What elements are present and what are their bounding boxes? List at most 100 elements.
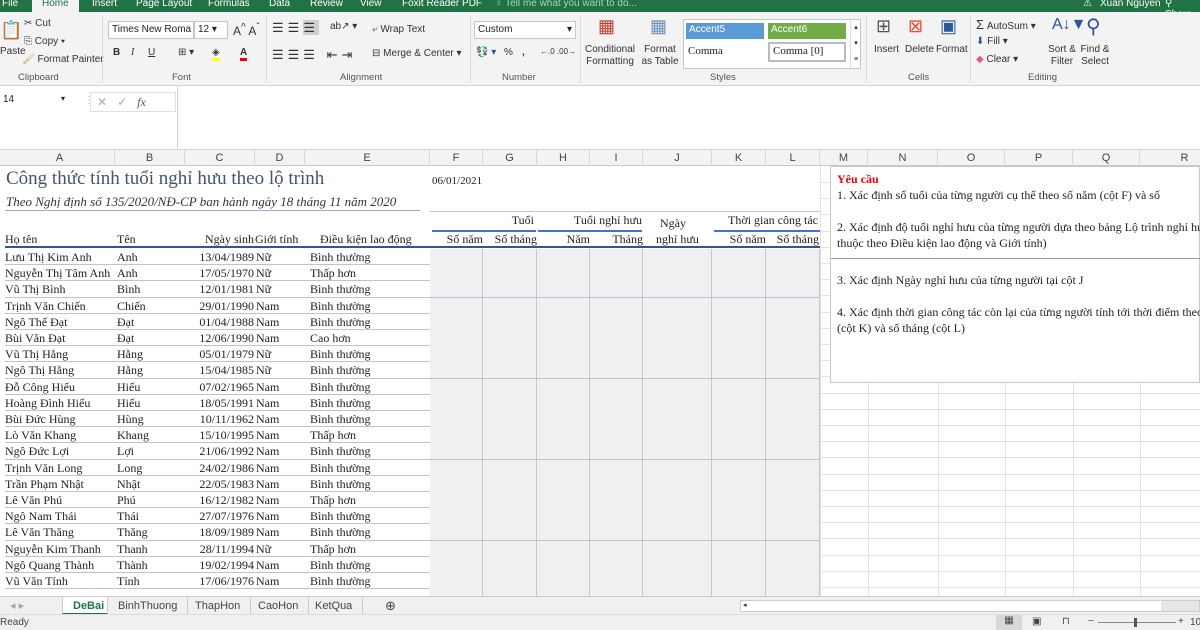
currency-icon[interactable]: 💱 ▾ [476, 47, 496, 58]
birthdate-cell[interactable]: 18/09/1989 [199, 524, 254, 540]
tab-insert[interactable]: Insert [92, 0, 117, 9]
sheet-title[interactable]: Công thức tính tuổi nghỉ hưu theo lộ trì… [6, 168, 324, 190]
input-cell[interactable] [590, 249, 643, 265]
input-cell[interactable] [483, 556, 537, 573]
style-comma-0[interactable]: Comma [0] [768, 42, 846, 62]
input-cell[interactable] [483, 281, 537, 298]
input-cell[interactable] [483, 297, 537, 314]
font-name-select[interactable]: Times New Roma ▾ [108, 21, 194, 39]
column-header-l[interactable]: L [766, 150, 820, 166]
name-cell[interactable]: Trịnh Văn Long [5, 460, 82, 476]
column-header-c[interactable]: C [185, 150, 255, 166]
input-cell[interactable] [430, 411, 483, 427]
column-header-i[interactable]: I [590, 150, 643, 166]
input-cell[interactable] [766, 281, 820, 298]
input-cell[interactable] [430, 540, 483, 557]
input-cell[interactable] [590, 475, 643, 492]
gender-cell[interactable]: Nữ [256, 346, 271, 362]
input-cell[interactable] [590, 427, 643, 444]
input-cell[interactable] [537, 508, 590, 525]
birthdate-cell[interactable]: 05/01/1979 [199, 346, 254, 362]
input-cell[interactable] [430, 492, 483, 508]
column-header-r[interactable]: R [1140, 150, 1200, 166]
condition-cell[interactable]: Bình thường [310, 314, 371, 330]
font-size-select[interactable]: 12 ▾ [194, 21, 228, 39]
input-cell[interactable] [643, 281, 712, 298]
input-cell[interactable] [483, 394, 537, 411]
zoom-level[interactable]: 100% [1190, 617, 1200, 628]
header-tuoi[interactable]: Tuổi [512, 213, 534, 228]
gender-cell[interactable]: Nam [256, 330, 279, 346]
zoom-in-button[interactable]: + [1178, 616, 1184, 627]
input-cell[interactable] [766, 427, 820, 444]
tab-view[interactable]: View [360, 0, 382, 9]
input-cell[interactable] [537, 378, 590, 395]
input-cell[interactable] [590, 297, 643, 314]
input-cell[interactable] [590, 346, 643, 363]
name-cell[interactable]: Nguyễn Thị Tâm Anh [5, 265, 110, 281]
tab-home[interactable]: Home [32, 0, 79, 12]
horizontal-scrollbar[interactable]: ◂ [740, 600, 1200, 612]
input-cell[interactable] [766, 411, 820, 427]
tab-file[interactable]: File [2, 0, 18, 9]
number-format-select[interactable]: Custom ▾ [474, 21, 576, 39]
condition-cell[interactable]: Thấp hơn [310, 492, 356, 508]
input-cell[interactable] [430, 281, 483, 298]
column-title[interactable]: nghỉ hưu [656, 232, 699, 247]
name-cell[interactable]: Hoàng Đình Hiếu [5, 395, 90, 411]
zoom-out-button[interactable]: − [1088, 616, 1094, 627]
tab-formulas[interactable]: Formulas [208, 0, 250, 9]
input-cell[interactable] [712, 573, 766, 589]
first-name-cell[interactable]: Thành [117, 557, 148, 573]
column-header-o[interactable]: O [938, 150, 1005, 166]
input-cell[interactable] [483, 249, 537, 265]
gender-cell[interactable]: Nam [256, 460, 279, 476]
input-cell[interactable] [483, 540, 537, 557]
find-select-button[interactable]: Find & Select [1078, 44, 1112, 68]
input-cell[interactable] [483, 265, 537, 282]
input-cell[interactable] [766, 508, 820, 525]
input-cell[interactable] [643, 459, 712, 476]
first-name-cell[interactable]: Hằng [117, 346, 143, 362]
birthdate-cell[interactable]: 28/11/1994 [200, 541, 254, 557]
first-name-cell[interactable]: Hằng [117, 362, 143, 378]
paste-icon[interactable]: 📋 [0, 20, 22, 41]
input-cell[interactable] [590, 265, 643, 282]
gender-cell[interactable]: Nam [256, 476, 279, 492]
style-accent5[interactable]: Accent5 [686, 23, 764, 39]
first-name-cell[interactable]: Tính [117, 573, 140, 589]
name-cell[interactable]: Ngô Đức Lợi [5, 443, 69, 459]
style-accent6[interactable]: Accent6 [768, 23, 846, 39]
column-header-q[interactable]: Q [1073, 150, 1140, 166]
input-cell[interactable] [643, 249, 712, 265]
input-cell[interactable] [712, 411, 766, 427]
tell-me-search[interactable]: ♀ Tell me what you want to do... [495, 0, 637, 9]
header-ngay[interactable]: Ngày [660, 216, 686, 231]
input-cell[interactable] [537, 265, 590, 282]
input-cell[interactable] [483, 475, 537, 492]
birthdate-cell[interactable]: 21/06/1992 [199, 443, 254, 459]
input-cell[interactable] [483, 378, 537, 395]
input-cell[interactable] [643, 508, 712, 525]
name-cell[interactable]: Vũ Thị Bình [5, 281, 65, 297]
input-cell[interactable] [590, 378, 643, 395]
condition-cell[interactable]: Bình thường [310, 508, 371, 524]
input-cell[interactable] [590, 573, 643, 589]
input-cell[interactable] [537, 459, 590, 476]
fill-color-icon[interactable]: ◈ [212, 47, 220, 61]
input-cell[interactable] [590, 524, 643, 541]
input-cell[interactable] [643, 330, 712, 346]
gender-cell[interactable]: Nữ [256, 541, 271, 557]
input-cell[interactable] [537, 443, 590, 460]
birthdate-cell[interactable]: 27/07/1976 [199, 508, 254, 524]
tab-page-layout[interactable]: Page Layout [136, 0, 192, 9]
input-cell[interactable] [643, 524, 712, 541]
input-cell[interactable] [430, 394, 483, 411]
sheet-tab-debai[interactable]: DeBai [62, 597, 108, 615]
condition-cell[interactable]: Bình thường [310, 249, 371, 265]
input-cell[interactable] [590, 411, 643, 427]
input-cell[interactable] [590, 459, 643, 476]
input-cell[interactable] [590, 281, 643, 298]
input-cell[interactable] [590, 556, 643, 573]
column-header-h[interactable]: H [537, 150, 590, 166]
